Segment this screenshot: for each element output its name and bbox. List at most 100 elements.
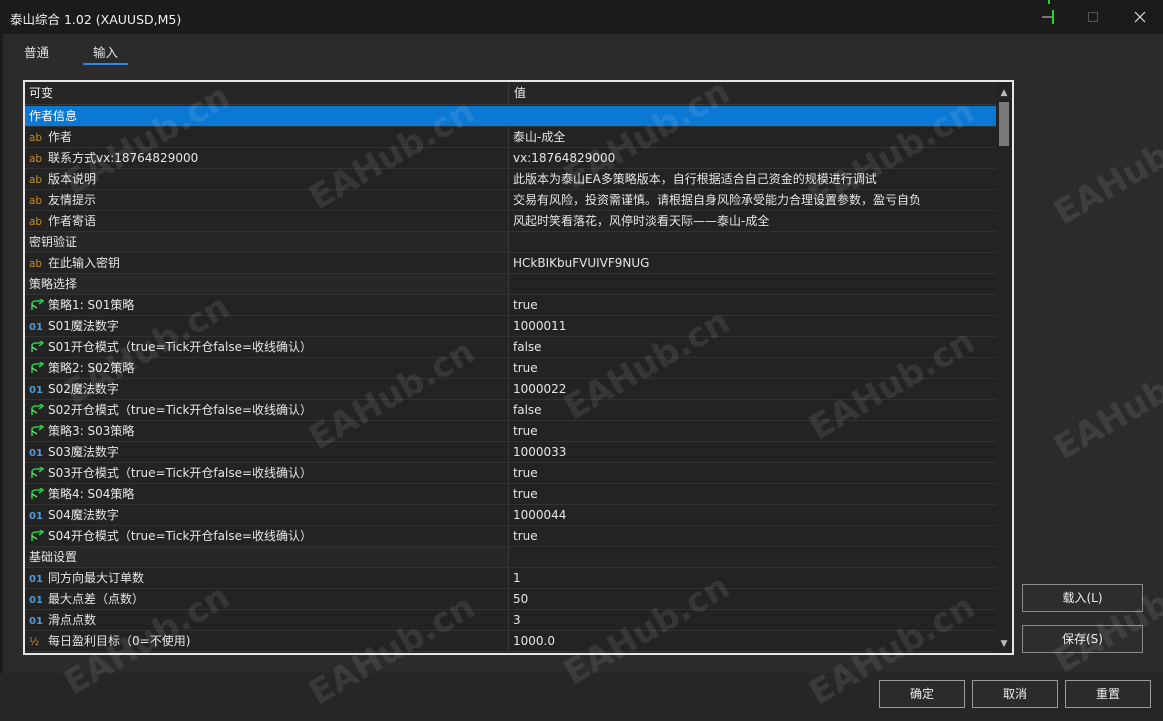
- title-bar: 泰山综合 1.02 (XAUUSD,M5): [0, 0, 1163, 34]
- integer-type-icon: 01: [29, 616, 43, 627]
- parameter-value-cell[interactable]: 50: [510, 589, 996, 609]
- parameter-value-cell[interactable]: 1000044: [510, 505, 996, 525]
- parameter-label: 策略3: S03策略: [48, 424, 135, 438]
- parameter-value-cell[interactable]: true: [510, 295, 996, 315]
- parameter-row[interactable]: 01 同方向最大订单数 1: [25, 568, 996, 589]
- parameter-value-cell[interactable]: false: [510, 337, 996, 357]
- parameter-name-cell: S04开仓模式（true=Tick开仓false=收线确认）: [25, 526, 509, 546]
- parameter-row[interactable]: 01 S02魔法数字 1000022: [25, 379, 996, 400]
- parameter-label: S03魔法数字: [48, 445, 119, 459]
- parameter-value-cell: [510, 547, 996, 567]
- parameter-row[interactable]: 01 S04魔法数字 1000044: [25, 505, 996, 526]
- parameter-value-cell[interactable]: 1000033: [510, 442, 996, 462]
- parameter-label: S03开仓模式（true=Tick开仓false=收线确认）: [48, 466, 313, 480]
- reset-button[interactable]: 重置: [1065, 680, 1151, 708]
- scroll-down-icon[interactable]: ▼: [996, 637, 1012, 651]
- parameter-row[interactable]: ab 联系方式vx:18764829000 vx:18764829000: [25, 148, 996, 169]
- group-row[interactable]: 密钥验证: [25, 232, 996, 253]
- parameter-name-cell: ab 联系方式vx:18764829000: [25, 148, 509, 168]
- parameter-row[interactable]: 策略4: S04策略 true: [25, 484, 996, 505]
- column-header-value[interactable]: 值: [510, 82, 996, 105]
- minimize-icon: [1042, 16, 1052, 18]
- parameter-row[interactable]: S01开仓模式（true=Tick开仓false=收线确认） false: [25, 337, 996, 358]
- parameter-label: 同方向最大订单数: [48, 571, 145, 585]
- parameter-row[interactable]: ½ 每日盈利目标（0=不使用) 1000.0: [25, 631, 996, 652]
- parameter-value-cell[interactable]: 1000011: [510, 316, 996, 336]
- parameter-value-cell[interactable]: 1000022: [510, 379, 996, 399]
- parameter-row[interactable]: ab 友情提示 交易有风险，投资需谨慎。请根据自身风险承受能力合理设置参数，盈亏自负: [25, 190, 996, 211]
- parameter-value-cell[interactable]: 3: [510, 610, 996, 630]
- vertical-scrollbar[interactable]: ▲ ▼: [996, 82, 1012, 653]
- parameter-row[interactable]: 01 滑点点数 3: [25, 610, 996, 631]
- save-button[interactable]: 保存(S): [1022, 625, 1143, 653]
- integer-type-icon: 01: [29, 385, 43, 396]
- parameter-label: 联系方式vx:18764829000: [48, 151, 199, 165]
- bool-arrow-icon: [29, 338, 47, 357]
- parameter-row[interactable]: S02开仓模式（true=Tick开仓false=收线确认） false: [25, 400, 996, 421]
- parameter-value-cell[interactable]: 泰山-成全: [510, 127, 996, 147]
- tab-bar: 普通 输入: [14, 44, 152, 68]
- parameter-name-cell: 策略3: S03策略: [25, 421, 509, 441]
- close-button[interactable]: [1117, 0, 1163, 34]
- tab-common[interactable]: 普通: [14, 44, 59, 66]
- parameter-value-cell[interactable]: true: [510, 421, 996, 441]
- column-header-variable[interactable]: 可变: [25, 82, 509, 105]
- integer-type-icon: 01: [29, 595, 43, 606]
- parameter-name-cell: 01 S04魔法数字: [25, 505, 509, 525]
- parameter-row[interactable]: ab 在此输入密钥 HCkBIKbuFVUIVF9NUG: [25, 253, 996, 274]
- group-row[interactable]: 策略选择: [25, 274, 996, 295]
- scroll-up-icon[interactable]: ▲: [996, 86, 1012, 100]
- parameter-value-cell[interactable]: 1: [510, 568, 996, 588]
- parameter-label: 作者信息: [29, 109, 78, 123]
- parameter-row[interactable]: 01 S01魔法数字 1000011: [25, 316, 996, 337]
- parameter-value-cell[interactable]: true: [510, 484, 996, 504]
- load-button[interactable]: 载入(L): [1022, 584, 1143, 612]
- parameter-name-cell: ab 在此输入密钥: [25, 253, 509, 273]
- parameter-value-cell[interactable]: 交易有风险，投资需谨慎。请根据自身风险承受能力合理设置参数，盈亏自负: [510, 190, 996, 210]
- parameter-row[interactable]: 01 最大点差（点数） 50: [25, 589, 996, 610]
- parameter-value-cell[interactable]: true: [510, 526, 996, 546]
- parameter-name-cell: 作者信息: [25, 106, 509, 126]
- parameter-row[interactable]: S03开仓模式（true=Tick开仓false=收线确认） true: [25, 463, 996, 484]
- group-row[interactable]: 作者信息: [25, 106, 996, 127]
- parameter-name-cell: ab 友情提示: [25, 190, 509, 210]
- minimize-button[interactable]: [1024, 0, 1070, 34]
- parameter-label: 滑点点数: [48, 613, 97, 627]
- cancel-button[interactable]: 取消: [972, 680, 1058, 708]
- parameter-value-cell[interactable]: 1000.0: [510, 631, 996, 651]
- double-type-icon: ½: [29, 636, 40, 648]
- parameter-row[interactable]: 策略3: S03策略 true: [25, 421, 996, 442]
- tab-inputs[interactable]: 输入: [83, 44, 129, 66]
- close-icon: [1134, 11, 1146, 23]
- group-row[interactable]: 基础设置: [25, 547, 996, 568]
- maximize-button[interactable]: [1070, 0, 1116, 34]
- parameter-value-cell[interactable]: HCkBIKbuFVUIVF9NUG: [510, 253, 996, 273]
- parameter-row[interactable]: 策略2: S02策略 true: [25, 358, 996, 379]
- parameter-row[interactable]: 01 S03魔法数字 1000033: [25, 442, 996, 463]
- parameter-label: 版本说明: [48, 172, 97, 186]
- parameter-label: S04开仓模式（true=Tick开仓false=收线确认）: [48, 529, 313, 543]
- parameter-value-cell[interactable]: vx:18764829000: [510, 148, 996, 168]
- parameter-name-cell: ab 作者: [25, 127, 509, 147]
- parameter-row[interactable]: ab 作者寄语 风起时笑看落花，风停时淡看天际——泰山-成全: [25, 211, 996, 232]
- parameter-value-cell[interactable]: true: [510, 463, 996, 483]
- parameter-value-cell: [510, 274, 996, 294]
- string-type-icon: ab: [29, 174, 43, 186]
- parameter-row[interactable]: 策略1: S01策略 true: [25, 295, 996, 316]
- parameter-label: 每日盈利目标（0=不使用): [48, 634, 191, 648]
- parameter-name-cell: 基础设置: [25, 547, 509, 567]
- parameter-value-cell: [510, 232, 996, 252]
- parameter-value-cell[interactable]: false: [510, 400, 996, 420]
- parameter-name-cell: 策略4: S04策略: [25, 484, 509, 504]
- parameter-name-cell: ½ 每日盈利目标（0=不使用): [25, 631, 509, 651]
- parameter-value-cell[interactable]: true: [510, 358, 996, 378]
- parameter-row[interactable]: ab 作者 泰山-成全: [25, 127, 996, 148]
- ok-button[interactable]: 确定: [879, 680, 965, 708]
- parameter-row[interactable]: S04开仓模式（true=Tick开仓false=收线确认） true: [25, 526, 996, 547]
- parameter-label: 策略选择: [29, 277, 78, 291]
- parameter-row[interactable]: ab 版本说明 此版本为泰山EA多策略版本，自行根据适合自己资金的规模进行调试: [25, 169, 996, 190]
- parameter-label: S04魔法数字: [48, 508, 119, 522]
- parameter-value-cell[interactable]: 风起时笑看落花，风停时淡看天际——泰山-成全: [510, 211, 996, 231]
- scrollbar-thumb[interactable]: [999, 102, 1009, 146]
- parameter-value-cell[interactable]: 此版本为泰山EA多策略版本，自行根据适合自己资金的规模进行调试: [510, 169, 996, 189]
